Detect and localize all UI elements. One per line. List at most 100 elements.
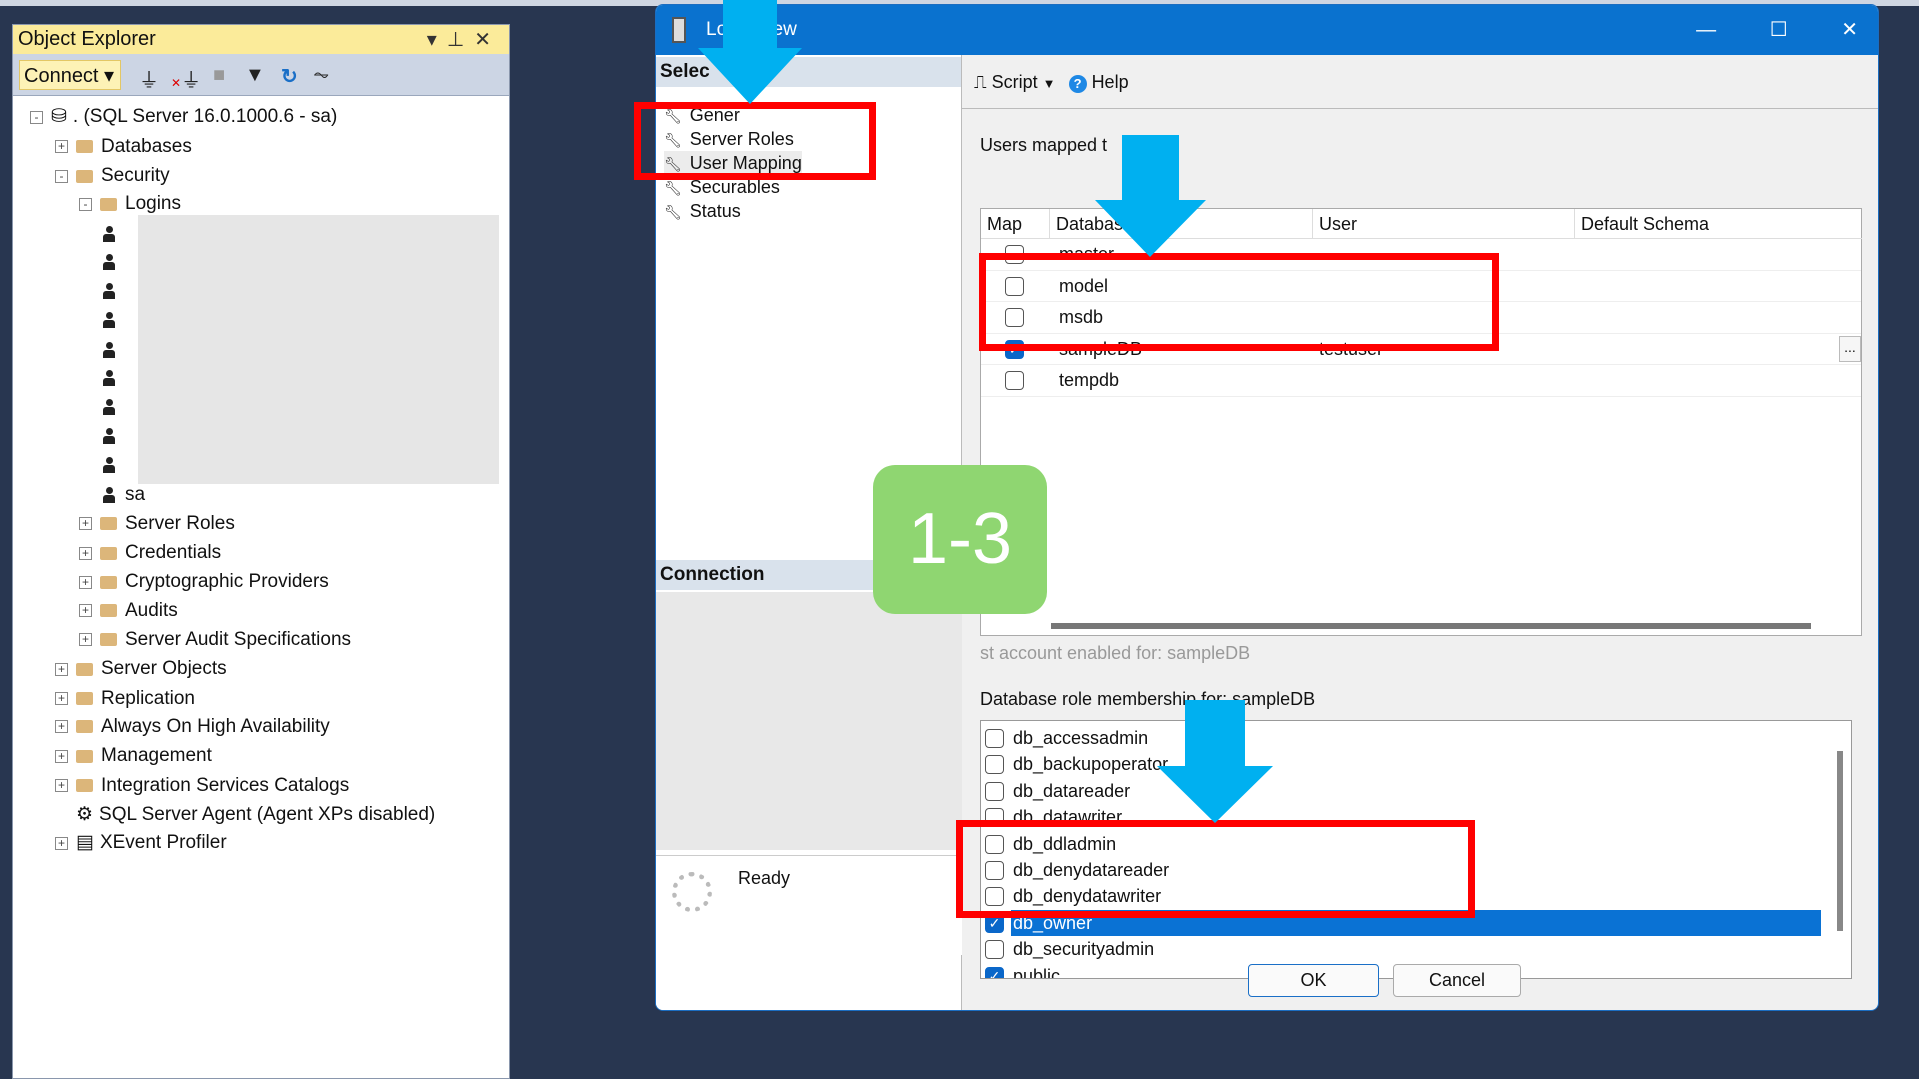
tree-node-label: Logins: [125, 193, 181, 215]
close-icon[interactable]: ✕: [474, 29, 501, 51]
role-checkbox[interactable]: [985, 729, 1004, 748]
filter-icon[interactable]: ▼: [245, 64, 265, 87]
tree-node[interactable]: + Server Objects: [55, 655, 227, 683]
tree-node[interactable]: + Management: [55, 742, 212, 770]
role-checkbox[interactable]: ✓: [985, 966, 1004, 978]
role-item[interactable]: db_datareader: [981, 778, 1851, 804]
arrow-down-icon: [1157, 700, 1273, 823]
collapse-icon[interactable]: -: [79, 197, 92, 211]
dropdown-icon[interactable]: ▾: [427, 29, 447, 51]
tree-node[interactable]: [103, 393, 125, 421]
expand-icon[interactable]: +: [79, 517, 92, 531]
close-icon[interactable]: ✕: [1841, 19, 1858, 41]
tree-node[interactable]: + Credentials: [79, 539, 221, 567]
cancel-button[interactable]: Cancel: [1393, 964, 1521, 997]
expand-icon[interactable]: +: [55, 140, 68, 154]
role-name: db_securityadmin: [1013, 939, 1155, 960]
table-row[interactable]: tempdb: [981, 365, 1861, 397]
tree-node[interactable]: + Always On High Availability: [55, 713, 330, 741]
tree-node[interactable]: - Logins: [79, 190, 181, 218]
collapse-icon[interactable]: -: [30, 110, 43, 124]
tree-node-label: Cryptographic Providers: [125, 571, 329, 593]
horizontal-scrollbar[interactable]: [1051, 623, 1811, 629]
connect-plug-icon[interactable]: ⏚: [139, 64, 159, 93]
collapse-icon[interactable]: -: [55, 169, 68, 183]
expand-icon[interactable]: +: [55, 779, 68, 793]
stop-icon[interactable]: ■: [213, 64, 225, 87]
tree-node[interactable]: - Security: [55, 162, 170, 190]
tree-node[interactable]: [103, 336, 125, 364]
connection-area: [656, 592, 962, 850]
tree-node[interactable]: [103, 364, 125, 392]
column-header-default-schema[interactable]: Default Schema: [1575, 209, 1862, 239]
tree-node[interactable]: + Server Audit Specifications: [79, 626, 351, 654]
tree-node[interactable]: + Integration Services Catalogs: [55, 772, 349, 800]
panel-controls[interactable]: ▾⊥✕: [427, 27, 501, 52]
tree-node[interactable]: [103, 248, 125, 276]
folder-icon: [100, 604, 117, 618]
tree-node-label: sa: [125, 484, 146, 506]
role-item[interactable]: db_accessadmin: [981, 725, 1851, 751]
object-explorer-panel: Object Explorer ▾⊥✕ Connect ▾ ⏚ ✕⏚ ■ ▼ ↻…: [12, 24, 510, 1079]
refresh-icon[interactable]: ↻: [281, 64, 298, 89]
step-badge: 1-3: [873, 465, 1047, 614]
expand-icon[interactable]: +: [79, 633, 92, 647]
highlight-box-db-owner: [956, 820, 1475, 918]
tree-node[interactable]: [103, 220, 125, 248]
expand-icon[interactable]: +: [55, 662, 68, 676]
connect-button[interactable]: Connect ▾: [19, 60, 121, 90]
column-header-map[interactable]: Map: [981, 209, 1050, 239]
script-label: Script: [991, 72, 1038, 92]
tree-node[interactable]: + Replication: [55, 685, 195, 713]
login-icon: [103, 369, 115, 386]
tree-node-label: Server Roles: [125, 512, 235, 534]
script-button[interactable]: ⎍ Script ▼: [974, 72, 1056, 92]
tree-node[interactable]: [103, 277, 125, 305]
help-button[interactable]: ? Help: [1068, 72, 1129, 93]
login-icon: [103, 427, 115, 444]
pin-icon[interactable]: ⊥: [447, 29, 474, 51]
tree-node-label: Security: [101, 165, 170, 187]
map-checkbox[interactable]: [1005, 371, 1024, 391]
role-item[interactable]: db_backupoperator: [981, 751, 1851, 777]
ellipsis-button[interactable]: ...: [1839, 335, 1861, 362]
folder-icon: [100, 517, 117, 531]
role-item[interactable]: db_securityadmin: [981, 936, 1851, 962]
minimize-icon[interactable]: —: [1696, 19, 1716, 41]
expand-icon[interactable]: +: [79, 575, 92, 589]
tree-node[interactable]: + Server Roles: [79, 510, 235, 538]
tree-node[interactable]: + ▤ XEvent Profiler: [55, 829, 227, 857]
activity-monitor-icon[interactable]: ⏦: [313, 64, 329, 87]
tree-node[interactable]: [103, 422, 125, 450]
role-checkbox[interactable]: [985, 781, 1004, 801]
expand-icon[interactable]: +: [55, 692, 68, 706]
tree-node-label: Databases: [101, 135, 192, 157]
tree-node[interactable]: - ⛁. (SQL Server 16.0.1000.6 - sa): [30, 103, 337, 131]
expand-icon[interactable]: +: [55, 749, 68, 763]
guest-account-label: st account enabled for: sampleDB: [980, 643, 1251, 663]
role-checkbox[interactable]: [985, 940, 1004, 960]
vertical-scrollbar[interactable]: [1837, 751, 1843, 931]
tree-node[interactable]: ⚙ SQL Server Agent (Agent XPs disabled): [55, 801, 435, 829]
script-dropdown-icon[interactable]: ▼: [1043, 76, 1056, 91]
expand-icon[interactable]: +: [79, 604, 92, 618]
disconnect-icon[interactable]: ✕⏚: [171, 64, 201, 93]
column-header-user[interactable]: User: [1313, 209, 1575, 239]
page-item-status[interactable]: 🔧︎ Status: [664, 199, 741, 223]
role-checkbox[interactable]: [985, 755, 1004, 775]
expand-icon[interactable]: +: [55, 720, 68, 734]
tree-node[interactable]: [103, 451, 125, 479]
tree-node[interactable]: sa: [103, 481, 145, 509]
tree-node[interactable]: [103, 306, 125, 334]
tree-node[interactable]: + Audits: [79, 597, 178, 625]
ok-button[interactable]: OK: [1248, 964, 1379, 997]
login-icon: [103, 487, 115, 504]
tree-node[interactable]: + Databases: [55, 133, 192, 161]
status-text: Ready: [738, 868, 791, 888]
tree-node[interactable]: + Cryptographic Providers: [79, 568, 329, 596]
maximize-icon[interactable]: ☐: [1770, 19, 1788, 41]
expand-icon[interactable]: +: [55, 836, 68, 850]
expand-icon[interactable]: +: [79, 546, 92, 560]
login-icon: [103, 225, 115, 242]
tree-node-label: Replication: [101, 687, 195, 709]
